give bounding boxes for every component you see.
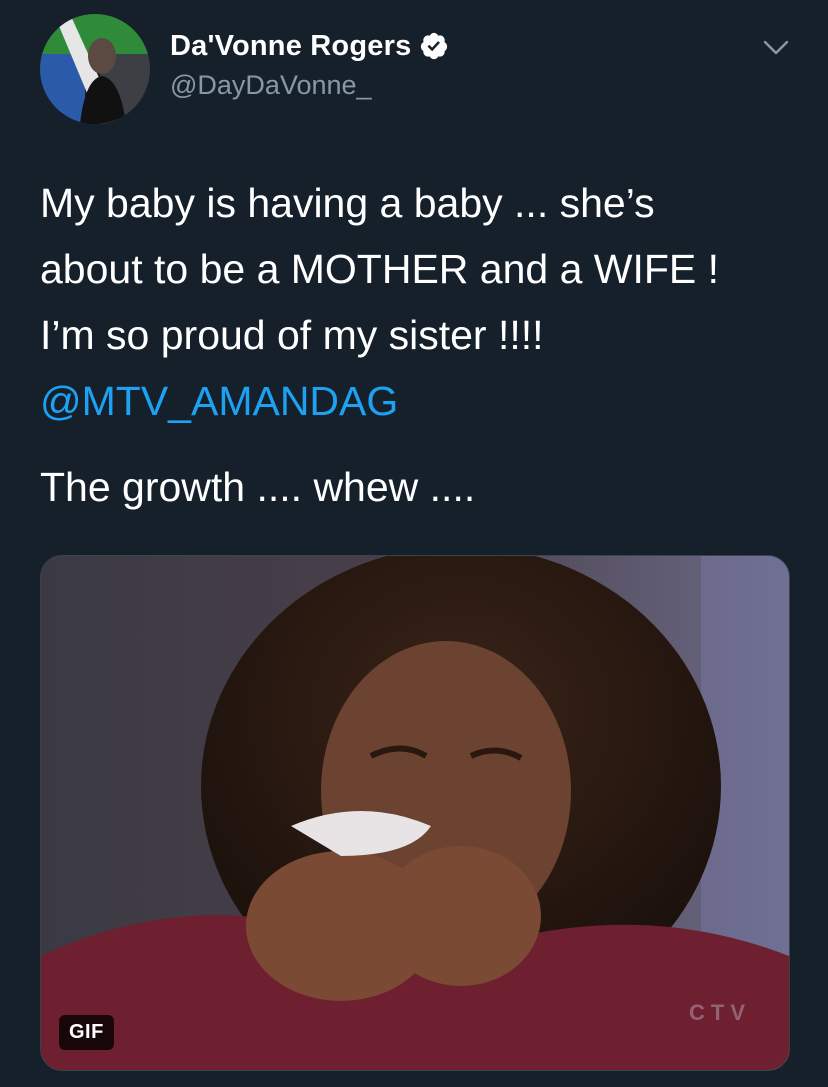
author-name-row[interactable]: Da'Vonne Rogers: [170, 28, 449, 64]
tweet-text-line: My baby is having a baby ... she’s: [40, 180, 655, 226]
gif-media[interactable]: CTV GIF: [40, 555, 790, 1071]
gif-badge: GIF: [59, 1015, 114, 1050]
author-display-name[interactable]: Da'Vonne Rogers: [170, 30, 411, 63]
tweet-text: My baby is having a baby ... she’s about…: [40, 170, 800, 520]
author-handle[interactable]: @DayDaVonne_: [170, 70, 372, 101]
tweet-text-line: The growth .... whew ....: [40, 464, 476, 510]
avatar[interactable]: [40, 14, 150, 124]
tweet-text-line: about to be a MOTHER and a WIFE !: [40, 246, 720, 292]
chevron-down-icon[interactable]: [762, 38, 790, 58]
channel-watermark: CTV: [689, 1000, 751, 1025]
gif-frame-image: [41, 556, 789, 1070]
verified-badge-icon: [421, 32, 448, 60]
mention-link[interactable]: @MTV_AMANDAG: [40, 368, 800, 434]
tweet-text-line: I’m so proud of my sister !!!!: [40, 312, 544, 358]
tweet-card: Da'Vonne Rogers @DayDaVonne_ My baby is …: [0, 0, 828, 1087]
